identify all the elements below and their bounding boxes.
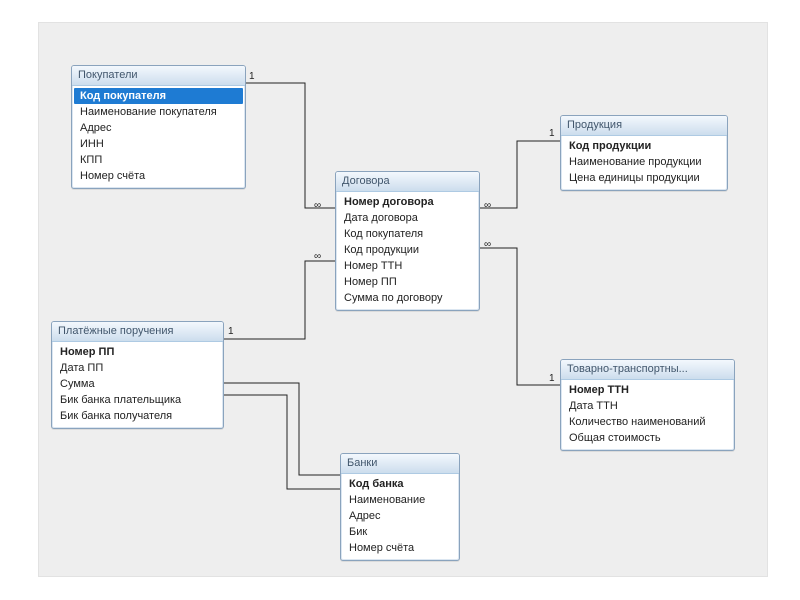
field[interactable]: Адрес (74, 120, 243, 136)
table-contracts[interactable]: Договора Номер договора Дата договора Ко… (335, 171, 480, 311)
field[interactable]: Код покупателя (74, 88, 243, 104)
table-title: Платёжные поручения (52, 322, 223, 342)
table-products[interactable]: Продукция Код продукции Наименование про… (560, 115, 728, 191)
table-title: Продукция (561, 116, 727, 136)
table-body: Номер договора Дата договора Код покупат… (336, 192, 479, 310)
field[interactable]: Код покупателя (338, 226, 477, 242)
field[interactable]: Адрес (343, 508, 457, 524)
field[interactable]: Номер договора (338, 194, 477, 210)
table-body: Номер ПП Дата ПП Сумма Бик банка платель… (52, 342, 223, 428)
card-products-many: ∞ (484, 200, 491, 211)
field[interactable]: Код продукции (338, 242, 477, 258)
table-orders[interactable]: Платёжные поручения Номер ПП Дата ПП Сум… (51, 321, 224, 429)
field[interactable]: ИНН (74, 136, 243, 152)
field[interactable]: Номер счёта (343, 540, 457, 556)
erd-canvas[interactable]: 1 ∞ 1 ∞ 1 ∞ 1 ∞ Покупатели Код покупател… (38, 22, 768, 577)
field[interactable]: Номер счёта (74, 168, 243, 184)
field[interactable]: Номер ПП (54, 344, 221, 360)
table-ttn[interactable]: Товарно-транспортны... Номер ТТН Дата ТТ… (560, 359, 735, 451)
table-banks[interactable]: Банки Код банка Наименование Адрес Бик Н… (340, 453, 460, 561)
table-body: Код банка Наименование Адрес Бик Номер с… (341, 474, 459, 560)
field[interactable]: Код банка (343, 476, 457, 492)
field[interactable]: Цена единицы продукции (563, 170, 725, 186)
card-buyers-many: ∞ (314, 200, 321, 211)
table-body: Код покупателя Наименование покупателя А… (72, 86, 245, 188)
viewport: 1 ∞ 1 ∞ 1 ∞ 1 ∞ Покупатели Код покупател… (0, 0, 800, 600)
field[interactable]: Сумма по договору (338, 290, 477, 306)
field[interactable]: Номер ТТН (338, 258, 477, 274)
table-body: Номер ТТН Дата ТТН Количество наименован… (561, 380, 734, 450)
field[interactable]: Наименование покупателя (74, 104, 243, 120)
field[interactable]: Номер ПП (338, 274, 477, 290)
card-orders-one: 1 (228, 326, 234, 337)
card-buyers-one: 1 (249, 71, 255, 82)
field[interactable]: Бик (343, 524, 457, 540)
table-title: Договора (336, 172, 479, 192)
field[interactable]: Наименование (343, 492, 457, 508)
card-products-one: 1 (549, 128, 555, 139)
table-buyers[interactable]: Покупатели Код покупателя Наименование п… (71, 65, 246, 189)
table-body: Код продукции Наименование продукции Цен… (561, 136, 727, 190)
field[interactable]: Общая стоимость (563, 430, 732, 446)
card-ttn-one: 1 (549, 373, 555, 384)
field[interactable]: Дата договора (338, 210, 477, 226)
field[interactable]: Наименование продукции (563, 154, 725, 170)
field[interactable]: Сумма (54, 376, 221, 392)
field[interactable]: Бик банка плательщика (54, 392, 221, 408)
field[interactable]: Бик банка получателя (54, 408, 221, 424)
field[interactable]: КПП (74, 152, 243, 168)
card-ttn-many: ∞ (484, 239, 491, 250)
table-title: Покупатели (72, 66, 245, 86)
field[interactable]: Количество наименований (563, 414, 732, 430)
table-title: Товарно-транспортны... (561, 360, 734, 380)
field[interactable]: Дата ТТН (563, 398, 732, 414)
table-title: Банки (341, 454, 459, 474)
card-orders-many: ∞ (314, 251, 321, 262)
field[interactable]: Номер ТТН (563, 382, 732, 398)
field[interactable]: Код продукции (563, 138, 725, 154)
field[interactable]: Дата ПП (54, 360, 221, 376)
